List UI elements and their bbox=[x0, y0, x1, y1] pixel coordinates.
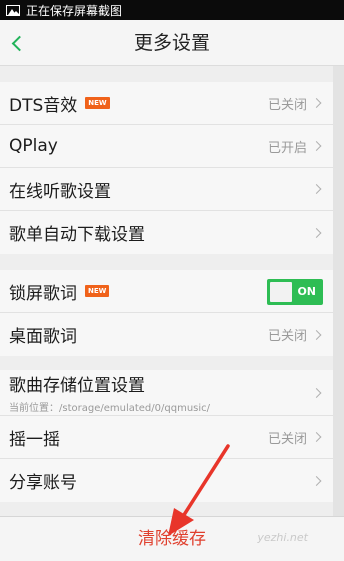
setting-label: 在线听歌设置 bbox=[9, 181, 111, 202]
setting-status: 已关闭 bbox=[267, 431, 307, 447]
status-bar: 正在保存屏幕截图 bbox=[0, 0, 344, 20]
setting-label: 分享账号 bbox=[9, 473, 77, 493]
setting-row-shake[interactable]: 摇一摇 已关闭 bbox=[0, 416, 333, 459]
new-badge: NEW bbox=[85, 97, 110, 109]
status-bar-text: 正在保存屏幕截图 bbox=[26, 3, 123, 18]
settings-group-audio: DTS音效 NEW 已关闭 QPlay 已开启 在线听歌设置 歌单自动下载设置 bbox=[0, 82, 333, 254]
chevron-right-icon bbox=[311, 329, 322, 340]
setting-label: 歌曲存储位置设置 bbox=[9, 376, 145, 396]
setting-sublabel: 当前位置：/storage/emulated/0/qqmusic/ bbox=[9, 403, 211, 414]
setting-status: 已开启 bbox=[267, 140, 307, 156]
setting-row-lock-lyrics[interactable]: 锁屏歌词 NEW ON bbox=[0, 270, 333, 313]
title-bar: 更多设置 bbox=[0, 20, 344, 66]
settings-group-lyrics: 锁屏歌词 NEW ON 桌面歌词 已关闭 bbox=[0, 270, 333, 356]
chevron-right-icon bbox=[311, 475, 322, 486]
new-badge: NEW bbox=[85, 285, 110, 297]
chevron-right-icon bbox=[311, 227, 322, 238]
watermark: yezhi.net bbox=[257, 531, 308, 544]
setting-label: DTS音效 bbox=[9, 95, 78, 116]
setting-row-dts[interactable]: DTS音效 NEW 已关闭 bbox=[0, 82, 333, 125]
chevron-right-icon bbox=[311, 141, 322, 151]
lock-lyrics-toggle[interactable]: ON bbox=[267, 279, 323, 305]
setting-label: 摇一摇 bbox=[9, 429, 60, 450]
chevron-right-icon bbox=[311, 432, 322, 442]
chevron-right-icon bbox=[311, 98, 322, 108]
setting-row-storage[interactable]: 歌曲存储位置设置 当前位置：/storage/emulated/0/qqmusi… bbox=[0, 370, 333, 416]
setting-row-auto-download[interactable]: 歌单自动下载设置 bbox=[0, 211, 333, 254]
setting-row-online[interactable]: 在线听歌设置 bbox=[0, 168, 333, 211]
chevron-right-icon bbox=[311, 387, 322, 398]
toggle-label: ON bbox=[297, 285, 316, 298]
setting-row-share[interactable]: 分享账号 bbox=[0, 459, 333, 502]
chevron-right-icon bbox=[311, 184, 322, 194]
setting-row-qplay[interactable]: QPlay 已开启 bbox=[0, 125, 333, 168]
bottom-bar: 清除缓存 yezhi.net bbox=[0, 516, 344, 561]
scrollbar-track[interactable] bbox=[333, 66, 344, 516]
setting-label: 歌单自动下载设置 bbox=[9, 225, 145, 245]
toggle-knob bbox=[270, 282, 292, 302]
setting-status: 已关闭 bbox=[267, 329, 307, 344]
setting-status: 已关闭 bbox=[267, 97, 307, 113]
setting-label: 桌面歌词 bbox=[9, 327, 77, 347]
setting-label: 锁屏歌词 bbox=[9, 283, 77, 304]
setting-label: QPlay bbox=[9, 136, 58, 156]
settings-group-misc: 歌曲存储位置设置 当前位置：/storage/emulated/0/qqmusi… bbox=[0, 370, 333, 502]
page-title: 更多设置 bbox=[133, 32, 210, 54]
image-icon bbox=[6, 4, 20, 16]
setting-row-desktop-lyrics[interactable]: 桌面歌词 已关闭 bbox=[0, 313, 333, 356]
